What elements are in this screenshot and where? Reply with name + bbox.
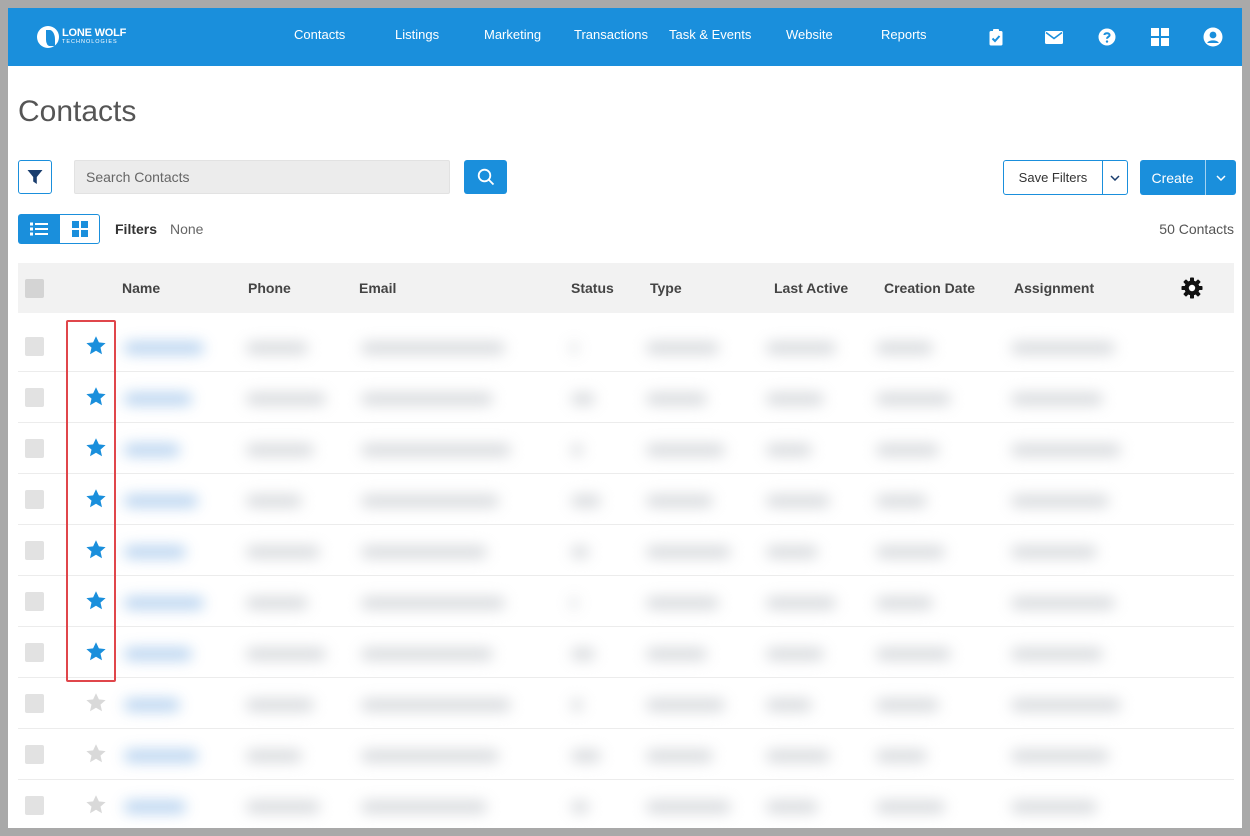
lone-wolf-logo[interactable]: LONE WOLF TECHNOLOGIES (37, 24, 126, 50)
filters-value: None (170, 221, 204, 237)
nav-contacts[interactable]: Contacts (294, 27, 345, 42)
select-all-checkbox[interactable] (25, 279, 44, 298)
save-filters-button-group: Save Filters (1003, 160, 1128, 195)
grid-view-toggle[interactable] (59, 214, 100, 244)
row-checkbox[interactable] (25, 337, 44, 356)
blurred-contact-data (116, 330, 1168, 818)
user-account-icon[interactable] (1202, 26, 1224, 48)
top-navigation-bar: LONE WOLF TECHNOLOGIES Contacts Listings… (8, 8, 1242, 66)
column-header-email[interactable]: Email (359, 280, 396, 296)
row-checkbox[interactable] (25, 796, 44, 815)
grid-icon (71, 221, 88, 237)
filter-button[interactable] (18, 160, 52, 194)
column-header-phone[interactable]: Phone (248, 280, 291, 296)
create-button[interactable]: Create (1140, 160, 1206, 195)
brand-subtitle: TECHNOLOGIES (62, 39, 118, 46)
star-empty-icon[interactable] (85, 692, 107, 714)
funnel-icon (27, 170, 43, 184)
list-icon (29, 222, 48, 236)
clipboard-check-icon[interactable] (985, 26, 1007, 48)
row-checkbox[interactable] (25, 439, 44, 458)
search-input[interactable] (74, 160, 450, 194)
row-checkbox[interactable] (25, 541, 44, 560)
page-title: Contacts (18, 95, 137, 128)
brand-name: LONE WOLF (62, 27, 127, 40)
star-empty-icon[interactable] (85, 794, 107, 816)
nav-task-events[interactable]: Task & Events (669, 27, 751, 42)
contact-count: 50 Contacts (1159, 221, 1234, 237)
list-view-toggle[interactable] (18, 214, 59, 244)
save-filters-button[interactable]: Save Filters (1004, 161, 1103, 194)
filters-label: Filters (115, 221, 158, 237)
row-checkbox[interactable] (25, 490, 44, 509)
nav-marketing[interactable]: Marketing (484, 27, 541, 42)
apps-grid-icon[interactable] (1149, 26, 1171, 48)
search-button[interactable] (464, 160, 507, 194)
save-filters-dropdown[interactable] (1103, 161, 1127, 194)
column-header-type[interactable]: Type (650, 280, 682, 296)
app-window: LONE WOLF TECHNOLOGIES Contacts Listings… (8, 8, 1242, 828)
envelope-icon[interactable] (1043, 26, 1065, 48)
help-icon[interactable] (1096, 26, 1118, 48)
row-checkbox[interactable] (25, 745, 44, 764)
row-checkbox[interactable] (25, 592, 44, 611)
nav-transactions[interactable]: Transactions (574, 27, 648, 42)
row-checkbox[interactable] (25, 643, 44, 662)
create-button-group: Create (1140, 160, 1236, 195)
nav-listings[interactable]: Listings (395, 27, 439, 42)
row-checkbox[interactable] (25, 694, 44, 713)
chevron-down-icon (1110, 174, 1120, 181)
chevron-down-icon (1216, 174, 1226, 181)
column-header-status[interactable]: Status (571, 280, 614, 296)
column-header-creation-date[interactable]: Creation Date (884, 280, 975, 296)
nav-reports[interactable]: Reports (881, 27, 927, 42)
wolf-logo-icon (37, 26, 59, 48)
column-header-assignment[interactable]: Assignment (1014, 280, 1094, 296)
star-empty-icon[interactable] (85, 743, 107, 765)
starred-contacts-highlight (66, 320, 116, 682)
column-header-name[interactable]: Name (122, 280, 160, 296)
create-dropdown[interactable] (1206, 160, 1236, 195)
column-header-last-active[interactable]: Last Active (774, 280, 848, 296)
search-icon (477, 168, 494, 186)
gear-icon[interactable] (1180, 276, 1204, 305)
row-checkbox[interactable] (25, 388, 44, 407)
nav-website[interactable]: Website (786, 27, 833, 42)
table-header: Name Phone Email Status Type Last Active… (18, 263, 1234, 313)
